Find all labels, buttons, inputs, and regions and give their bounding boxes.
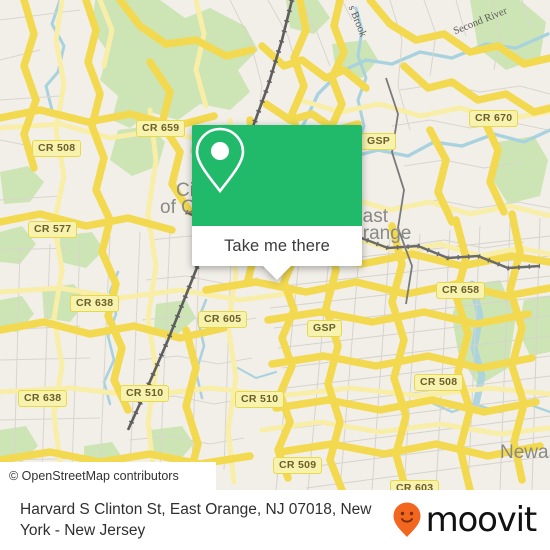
moovit-wordmark: moovit [425, 500, 538, 540]
road-shield: GSP [307, 320, 343, 337]
road-shield: CR 509 [273, 457, 323, 474]
road-shield: CR 605 [198, 311, 248, 328]
location-popup-card[interactable]: Take me there [192, 125, 362, 280]
address-label: Harvard S Clinton St, East Orange, NJ 07… [20, 501, 372, 539]
popup-header [192, 125, 362, 226]
road-shield: CR 638 [70, 295, 120, 312]
popup-pointer [263, 266, 291, 280]
road-shield: CR 577 [28, 221, 78, 238]
moovit-logo[interactable]: moovit [392, 500, 538, 540]
map-canvas[interactable]: CR 659 CR 670 CR 508 GSP CR 577 CR 638 C… [0, 0, 550, 490]
road-shield: CR 510 [120, 385, 170, 402]
map-screenshot: CR 659 CR 670 CR 508 GSP CR 577 CR 638 C… [0, 0, 550, 550]
moovit-smiling-pin-icon [393, 502, 421, 537]
road-shield: CR 508 [414, 374, 464, 391]
take-me-there-label: Take me there [224, 236, 330, 255]
osm-attribution[interactable]: © OpenStreetMap contributors [0, 462, 216, 490]
road-shield: CR 510 [235, 391, 285, 408]
footer-bar: Harvard S Clinton St, East Orange, NJ 07… [0, 490, 550, 550]
osm-attribution-text: © OpenStreetMap contributors [9, 469, 179, 483]
road-shield: CR 638 [18, 390, 68, 407]
road-shield: CR 658 [436, 282, 486, 299]
road-shield: CR 508 [32, 140, 82, 157]
road-shield: CR 659 [136, 120, 186, 137]
road-shield: GSP [361, 133, 397, 150]
road-shield: CR 603 [390, 480, 440, 490]
map-pin-icon [195, 127, 245, 194]
road-shield: CR 670 [469, 110, 519, 127]
place-label-newark: Newark [500, 442, 550, 463]
take-me-there-button[interactable]: Take me there [192, 226, 362, 266]
